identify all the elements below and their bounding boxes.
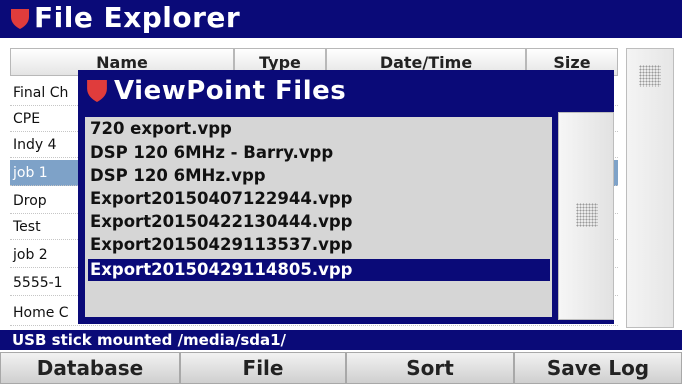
title-bar: File Explorer [0,0,682,38]
save-log-button[interactable]: Save Log [514,352,682,384]
shield-logo-icon [11,9,29,29]
table-scrollbar[interactable] [626,48,674,328]
status-bar: USB stick mounted /media/sda1/ [0,330,682,350]
file-list-scrollbar[interactable] [558,112,614,320]
file-list-item[interactable]: Export20150422130444.vpp [88,211,550,233]
scroll-grip-icon [639,65,661,87]
file-list-item[interactable]: 720 export.vpp [88,118,550,140]
file-list-item[interactable]: DSP 120 6MHz - Barry.vpp [88,142,550,164]
file-list-item[interactable]: Export20150407122944.vpp [88,188,550,210]
app-title: File Explorer [34,1,241,34]
dialog-title: ViewPoint Files [114,76,347,106]
file-list-item-selected[interactable]: Export20150429114805.vpp [88,259,550,281]
database-button[interactable]: Database [0,352,180,384]
file-list-item[interactable]: Export20150429113537.vpp [88,234,550,256]
sort-button[interactable]: Sort [346,352,514,384]
shield-logo-icon [87,80,107,102]
file-button[interactable]: File [180,352,346,384]
file-list-item[interactable]: DSP 120 6MHz.vpp [88,165,550,187]
scroll-grip-icon [576,203,598,227]
